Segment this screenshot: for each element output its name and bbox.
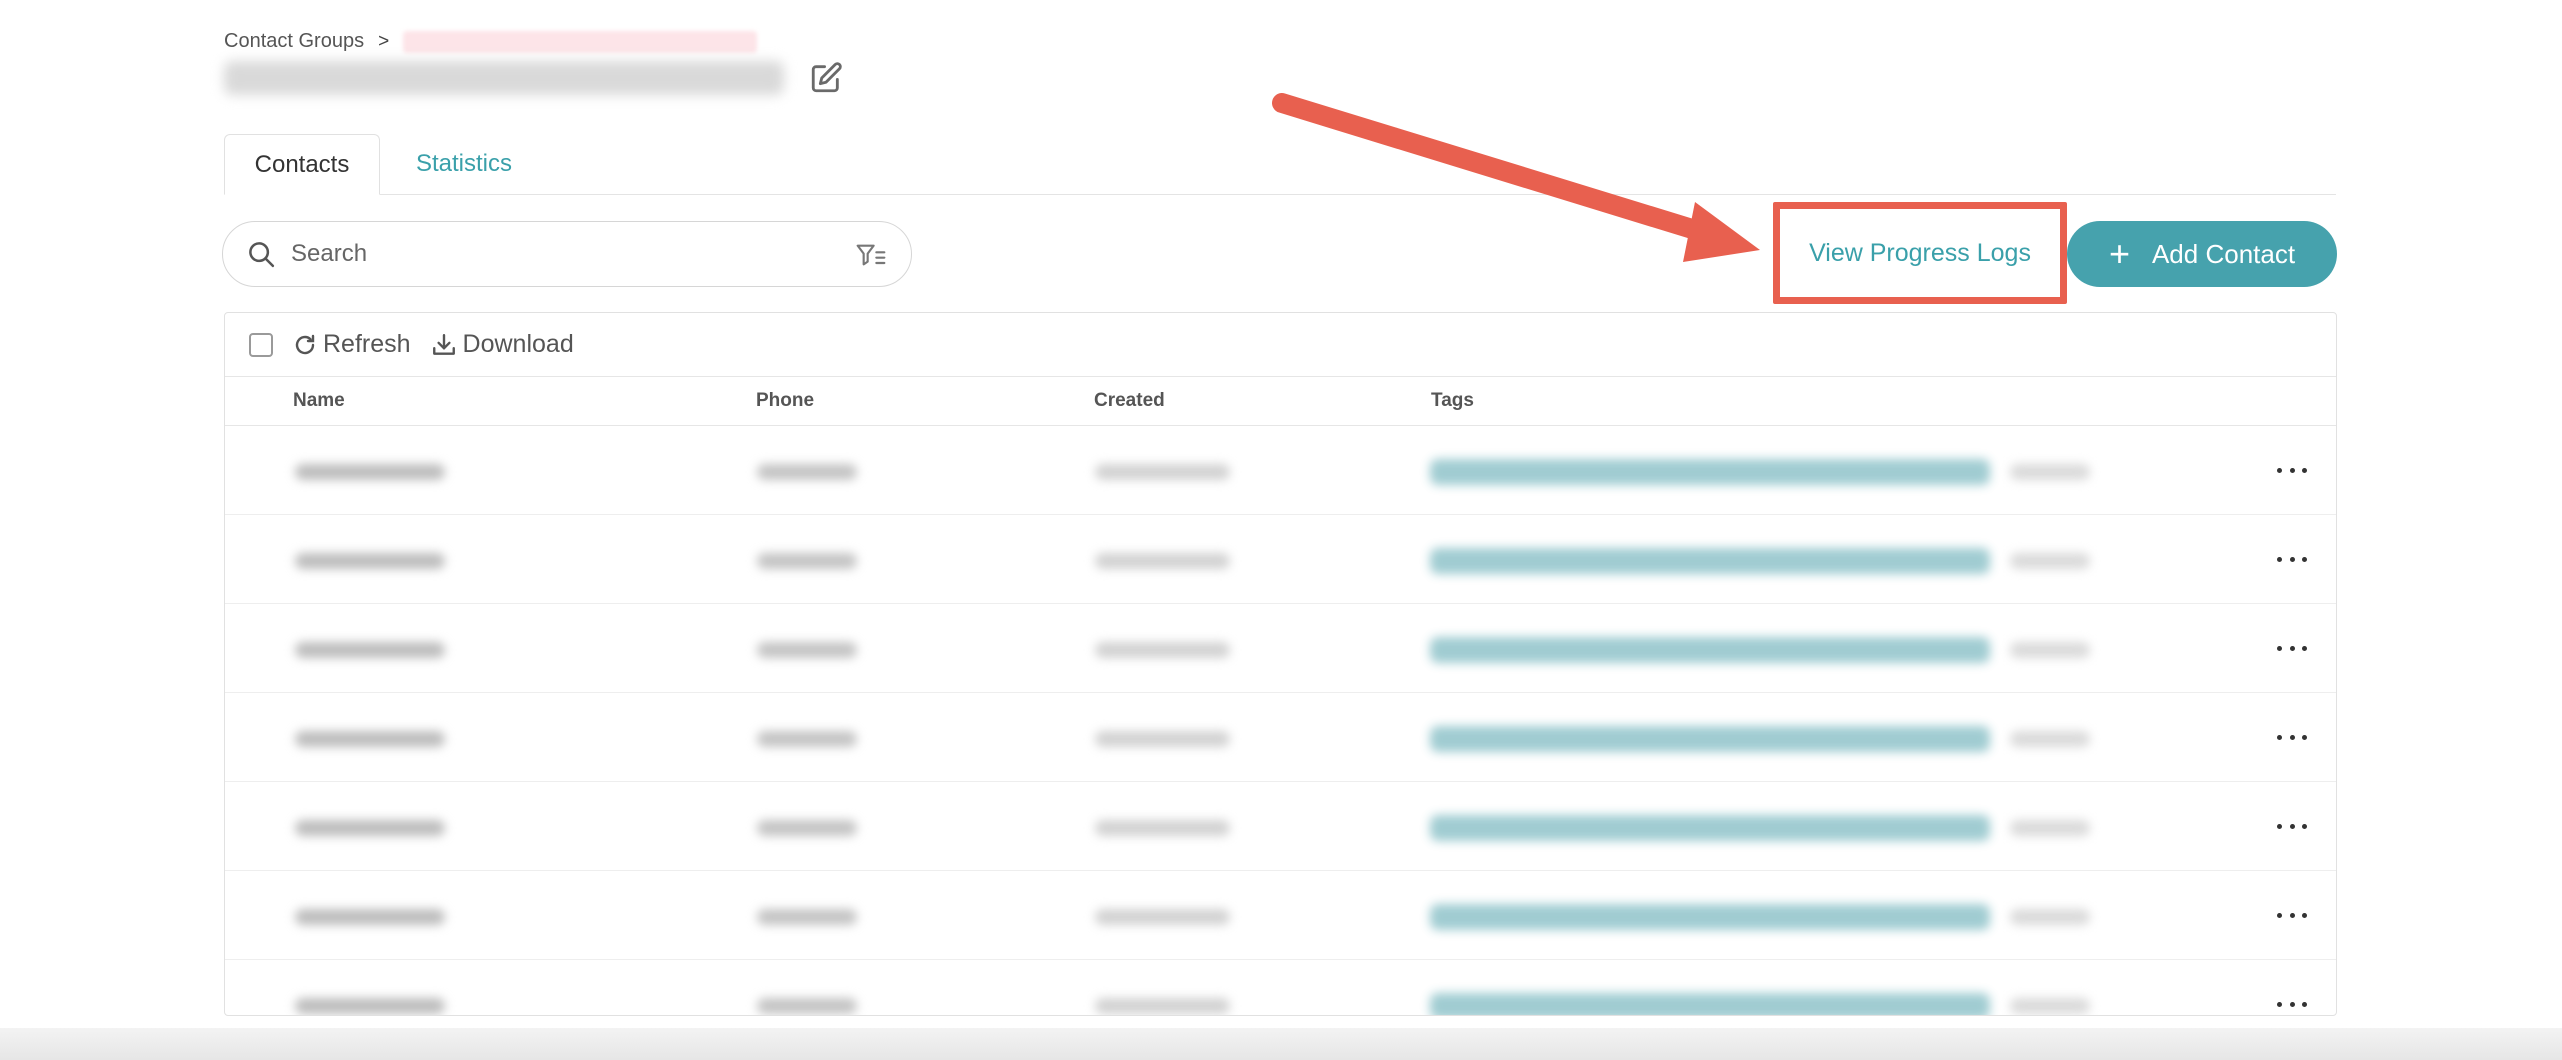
refresh-label: Refresh	[323, 330, 411, 358]
add-contact-label: Add Contact	[2151, 238, 2296, 269]
contact-name-redacted	[295, 909, 445, 925]
row-more-icon[interactable]	[2277, 992, 2307, 1015]
column-header-name[interactable]: Name	[293, 390, 345, 412]
breadcrumb-current-redacted	[403, 30, 758, 53]
contact-name-redacted	[295, 464, 445, 480]
column-header-phone[interactable]: Phone	[756, 390, 814, 412]
edit-icon[interactable]	[808, 60, 844, 96]
table-toolbar: Refresh Download	[225, 313, 2336, 377]
column-header-tags[interactable]: Tags	[1431, 390, 1474, 412]
contact-phone-redacted	[757, 731, 857, 747]
add-contact-button[interactable]: + Add Contact	[2067, 221, 2337, 287]
contact-tags-redacted	[1430, 459, 1990, 485]
tab-bar: Contacts Statistics	[224, 134, 2336, 195]
table-header: Name Phone Created Tags	[225, 377, 2336, 426]
table-row[interactable]	[225, 604, 2336, 693]
table-row[interactable]	[225, 426, 2336, 515]
contact-created-redacted	[1095, 731, 1230, 747]
tab-statistics[interactable]: Statistics	[394, 134, 534, 194]
contact-tags-redacted	[1430, 637, 1990, 663]
contact-name-redacted	[295, 820, 445, 836]
contact-created-redacted	[1095, 553, 1230, 569]
row-more-icon[interactable]	[2277, 814, 2307, 838]
row-more-icon[interactable]	[2277, 725, 2307, 749]
search-icon	[245, 238, 277, 270]
contact-tags-redacted	[1430, 904, 1990, 930]
download-icon	[432, 333, 455, 355]
contact-tags-extra-redacted	[2010, 998, 2090, 1014]
table-row[interactable]	[225, 960, 2336, 1015]
contact-phone-redacted	[757, 820, 857, 836]
table-body	[225, 426, 2336, 1015]
contact-tags-extra-redacted	[2010, 642, 2090, 658]
contact-tags-extra-redacted	[2010, 820, 2090, 836]
contact-phone-redacted	[757, 909, 857, 925]
download-button[interactable]: Download	[431, 330, 574, 359]
column-header-created[interactable]: Created	[1094, 390, 1165, 412]
search-bar	[222, 221, 912, 287]
contact-tags-redacted	[1430, 548, 1990, 574]
row-more-icon[interactable]	[2277, 547, 2307, 571]
contact-tags-extra-redacted	[2010, 553, 2090, 569]
search-input[interactable]	[289, 239, 833, 269]
contact-created-redacted	[1095, 998, 1230, 1014]
contact-name-redacted	[295, 553, 445, 569]
breadcrumb-separator: >	[378, 30, 390, 52]
progress-logs-highlight: View Progress Logs	[1773, 202, 2067, 304]
contact-name-redacted	[295, 998, 445, 1014]
row-more-icon[interactable]	[2277, 458, 2307, 482]
contact-group-page: Contact Groups > Contacts Statistics Sea…	[0, 0, 2562, 1060]
contact-name-redacted	[295, 642, 445, 658]
table-row[interactable]	[225, 782, 2336, 871]
contact-phone-redacted	[757, 998, 857, 1014]
download-label: Download	[462, 330, 574, 358]
contacts-table: Refresh Download Name Phone Created Tags	[224, 312, 2337, 1016]
window-bottom-edge	[0, 1028, 2562, 1060]
group-title-redacted	[224, 61, 784, 95]
contact-tags-redacted	[1430, 993, 1990, 1015]
contact-tags-extra-redacted	[2010, 909, 2090, 925]
contact-created-redacted	[1095, 909, 1230, 925]
breadcrumb-root[interactable]: Contact Groups	[224, 30, 364, 53]
plus-icon: +	[2108, 233, 2130, 274]
contact-tags-extra-redacted	[2010, 464, 2090, 480]
contact-tags-redacted	[1430, 815, 1990, 841]
filter-icon[interactable]	[855, 239, 887, 271]
table-row[interactable]	[225, 871, 2336, 960]
contact-created-redacted	[1095, 820, 1230, 836]
contact-created-redacted	[1095, 464, 1230, 480]
contact-name-redacted	[295, 731, 445, 747]
contact-phone-redacted	[757, 464, 857, 480]
row-more-icon[interactable]	[2277, 903, 2307, 927]
contact-created-redacted	[1095, 642, 1230, 658]
contact-phone-redacted	[757, 553, 857, 569]
group-title-row	[224, 60, 844, 96]
table-row[interactable]	[225, 515, 2336, 604]
contact-phone-redacted	[757, 642, 857, 658]
refresh-button[interactable]: Refresh	[293, 330, 411, 359]
select-all-checkbox[interactable]	[249, 332, 273, 357]
view-progress-logs-button[interactable]: View Progress Logs	[1786, 215, 2054, 291]
refresh-icon	[295, 334, 315, 354]
contact-tags-extra-redacted	[2010, 731, 2090, 747]
breadcrumb: Contact Groups >	[224, 30, 758, 53]
row-more-icon[interactable]	[2277, 636, 2307, 660]
tab-contacts[interactable]: Contacts	[224, 134, 380, 195]
table-row[interactable]	[225, 693, 2336, 782]
contact-tags-redacted	[1430, 726, 1990, 752]
